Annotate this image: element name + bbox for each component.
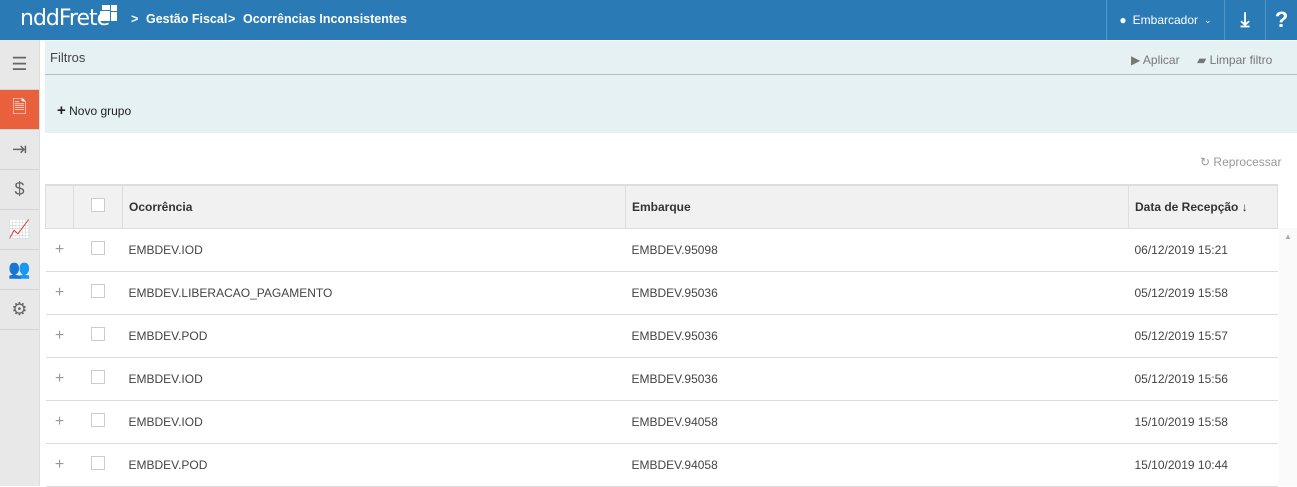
sidebar-item-users[interactable]: 👥 bbox=[0, 250, 39, 290]
select-cell bbox=[73, 400, 123, 444]
cell: EMBDEV.IOD bbox=[122, 228, 626, 272]
new-group-button[interactable]: + Novo grupo bbox=[57, 102, 131, 119]
cell: 15/10/2019 15:58 bbox=[1128, 400, 1278, 444]
user-icon: ● bbox=[1119, 13, 1127, 27]
help-icon: ? bbox=[1274, 7, 1289, 32]
reprocess-label: Reprocessar bbox=[1213, 155, 1282, 169]
expand-row-icon[interactable]: + bbox=[45, 271, 74, 315]
breadcrumb-current: Ocorrências Inconsistentes bbox=[243, 12, 407, 26]
select-cell bbox=[73, 357, 123, 401]
expand-row-icon[interactable]: + bbox=[45, 314, 74, 358]
col-ocorrencia[interactable]: Ocorrência bbox=[122, 184, 626, 229]
refresh-icon: ↻ bbox=[1200, 155, 1211, 169]
chevron-down-icon: ⌄ bbox=[1204, 14, 1212, 25]
export-icon: ⇥ bbox=[11, 139, 28, 159]
download-button[interactable]: ⤓ bbox=[1224, 0, 1265, 40]
apply-label: Aplicar bbox=[1142, 53, 1180, 67]
download-icon: ⤓ bbox=[1240, 8, 1250, 31]
cell: 15/10/2019 10:44 bbox=[1128, 443, 1278, 487]
expand-row-icon[interactable]: + bbox=[45, 228, 74, 272]
table-row[interactable]: + EMBDEV.IOD EMBDEV.95098 06/12/2019 15:21 bbox=[45, 228, 1278, 272]
col-data-recepcao[interactable]: Data de Recepção ↓ bbox=[1128, 184, 1278, 229]
reprocess-button[interactable]: ↻ Reprocessar bbox=[1200, 155, 1281, 169]
cell: EMBDEV.IOD bbox=[122, 400, 626, 444]
scrollbar[interactable]: ▲ bbox=[1279, 228, 1297, 486]
report-icon: 📈 bbox=[8, 219, 31, 239]
cell: 06/12/2019 15:21 bbox=[1128, 228, 1278, 272]
breadcrumb-gestao-fiscal[interactable]: Gestão Fiscal bbox=[146, 12, 227, 26]
cell: EMBDEV.94058 bbox=[625, 443, 1129, 487]
cell: 05/12/2019 15:58 bbox=[1128, 271, 1278, 315]
logo[interactable]: nddFrete bbox=[20, 5, 117, 31]
filters-title: Filtros bbox=[50, 50, 86, 65]
select-all-header bbox=[73, 184, 123, 229]
sidebar-item-settings[interactable]: ⚙ bbox=[0, 290, 39, 330]
cell: EMBDEV.POD bbox=[122, 443, 626, 487]
eraser-icon: ▰ bbox=[1197, 53, 1207, 67]
user-menu[interactable]: ● Embarcador ⌄ bbox=[1106, 0, 1224, 40]
select-all-checkbox[interactable] bbox=[91, 198, 105, 213]
select-cell bbox=[73, 271, 123, 315]
col-embarque[interactable]: Embarque bbox=[625, 184, 1129, 229]
money-hand-icon: $ bbox=[14, 179, 25, 199]
apply-button[interactable]: ▶ Aplicar bbox=[1131, 53, 1180, 67]
clear-label: Limpar filtro bbox=[1209, 53, 1273, 67]
cell: EMBDEV.95098 bbox=[625, 228, 1129, 272]
new-group-label: Novo grupo bbox=[69, 104, 132, 118]
sidebar-item-export[interactable]: ⇥ bbox=[0, 130, 39, 170]
cell: EMBDEV.94058 bbox=[625, 400, 1129, 444]
sidebar-item-fiscal[interactable]: 🗎 bbox=[0, 90, 39, 130]
row-checkbox[interactable] bbox=[91, 413, 105, 427]
table-row[interactable]: + EMBDEV.POD EMBDEV.94058 15/10/2019 10:44 bbox=[45, 443, 1278, 487]
table-row[interactable]: + EMBDEV.IOD EMBDEV.95036 05/12/2019 15:56 bbox=[45, 357, 1278, 401]
users-icon: 👥 bbox=[8, 259, 31, 279]
plus-icon: + bbox=[57, 102, 66, 119]
gears-icon: ⚙ bbox=[11, 299, 28, 319]
logo-mark bbox=[100, 5, 117, 22]
expand-row-icon[interactable]: + bbox=[45, 443, 74, 487]
scroll-up-icon: ▲ bbox=[1284, 232, 1292, 241]
cell: EMBDEV.95036 bbox=[625, 357, 1129, 401]
user-name: Embarcador bbox=[1132, 13, 1199, 27]
cell: EMBDEV.LIBERACAO_PAGAMENTO bbox=[122, 271, 626, 315]
document-check-icon: 🗎 bbox=[12, 96, 27, 117]
cell: EMBDEV.95036 bbox=[625, 314, 1129, 358]
cell: EMBDEV.POD bbox=[122, 314, 626, 358]
row-checkbox[interactable] bbox=[91, 327, 105, 341]
help-button[interactable]: ? bbox=[1265, 0, 1297, 40]
cell: 05/12/2019 15:56 bbox=[1128, 357, 1278, 401]
cell: EMBDEV.95036 bbox=[625, 271, 1129, 315]
select-cell bbox=[73, 228, 123, 272]
logo-text: nddFrete bbox=[20, 6, 110, 31]
cell: EMBDEV.IOD bbox=[122, 357, 626, 401]
cell: 05/12/2019 15:57 bbox=[1128, 314, 1278, 358]
breadcrumb-sep-icon: > bbox=[131, 12, 139, 26]
table-row[interactable]: + EMBDEV.POD EMBDEV.95036 05/12/2019 15:57 bbox=[45, 314, 1278, 358]
clear-filter-button[interactable]: ▰ Limpar filtro bbox=[1197, 53, 1272, 67]
row-checkbox[interactable] bbox=[91, 370, 105, 384]
row-checkbox[interactable] bbox=[91, 284, 105, 298]
select-cell bbox=[73, 314, 123, 358]
row-checkbox[interactable] bbox=[91, 456, 105, 470]
select-cell bbox=[73, 443, 123, 487]
play-icon: ▶ bbox=[1131, 53, 1141, 67]
occurrences-table: Ocorrência Embarque Data de Recepção ↓ +… bbox=[45, 184, 1278, 487]
sidebar-item-payment[interactable]: $ bbox=[0, 170, 39, 210]
expand-header bbox=[45, 184, 74, 229]
table-row[interactable]: + EMBDEV.LIBERACAO_PAGAMENTO EMBDEV.95036 0… bbox=[45, 271, 1278, 315]
expand-row-icon[interactable]: + bbox=[45, 357, 74, 401]
sidebar: ☰ 🗎 ⇥ $ 📈 👥 ⚙ bbox=[0, 40, 40, 486]
hamburger-icon: ☰ bbox=[11, 54, 28, 74]
menu-toggle[interactable]: ☰ bbox=[0, 40, 39, 90]
expand-row-icon[interactable]: + bbox=[45, 400, 74, 444]
top-bar: nddFrete > Gestão Fiscal > Ocorrências I… bbox=[0, 0, 1297, 40]
breadcrumb-sep-icon: > bbox=[228, 12, 236, 26]
row-checkbox[interactable] bbox=[91, 241, 105, 255]
table-row[interactable]: + EMBDEV.IOD EMBDEV.94058 15/10/2019 15:58 bbox=[45, 400, 1278, 444]
sidebar-item-report[interactable]: 📈 bbox=[0, 210, 39, 250]
filters-panel: Filtros ▶ Aplicar ▰ Limpar filtro + Novo… bbox=[45, 41, 1297, 133]
